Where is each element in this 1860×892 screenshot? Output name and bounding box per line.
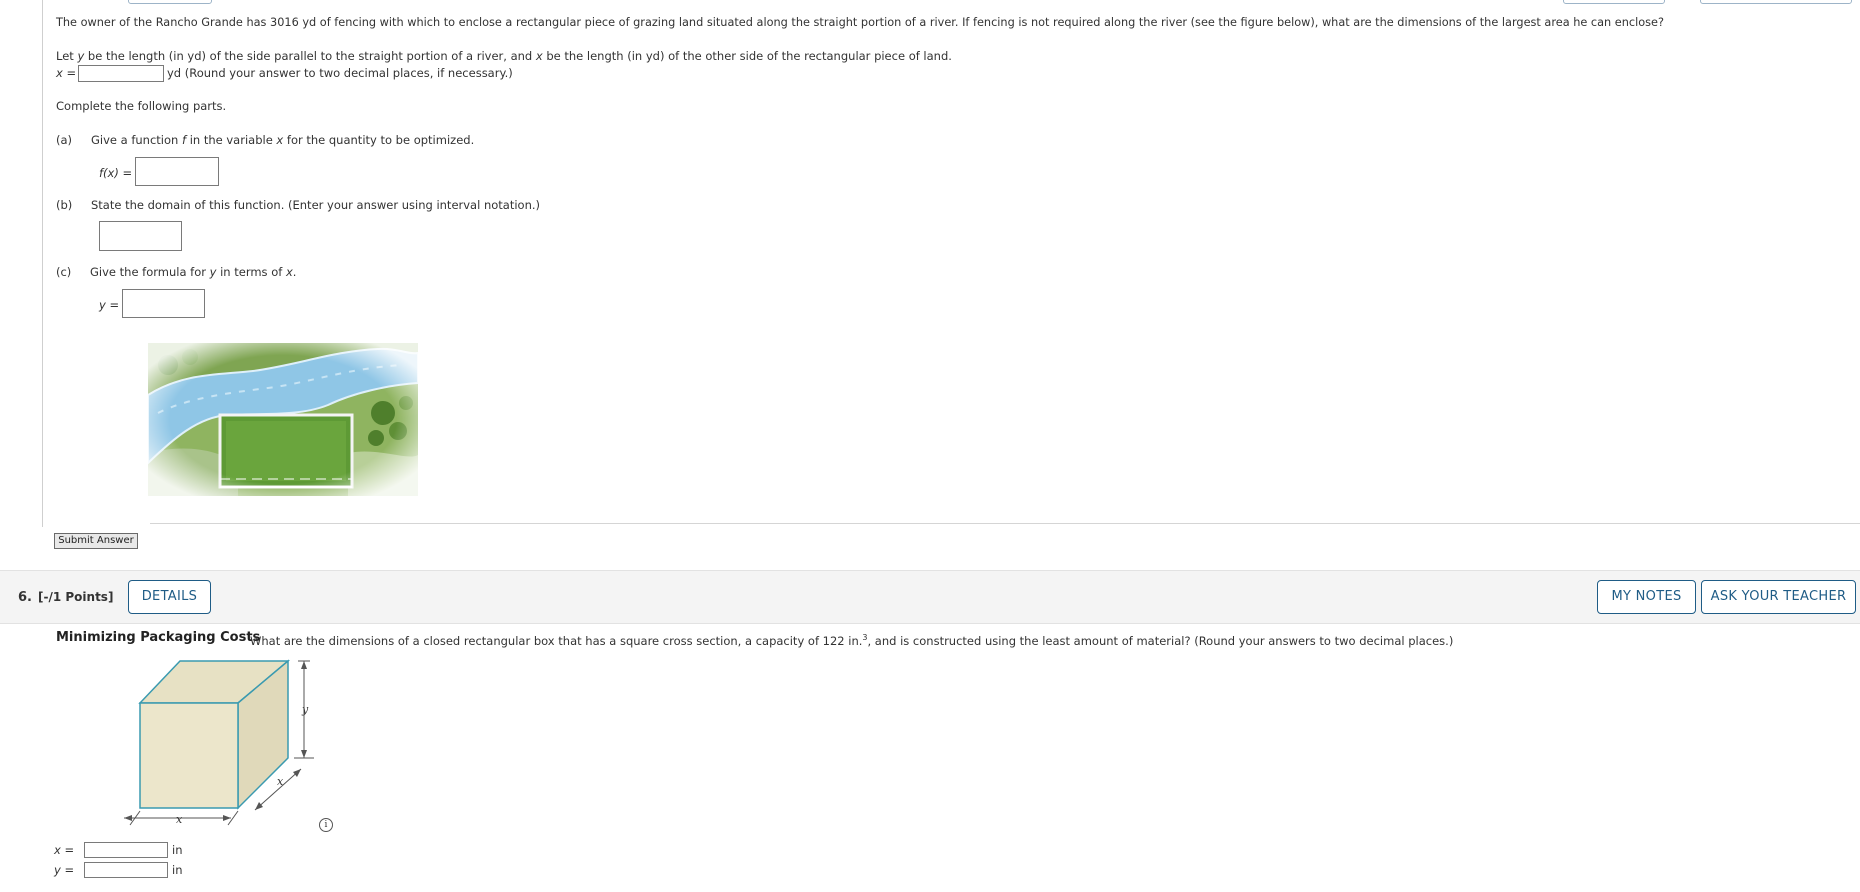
- x-dimension-label: x =: [54, 843, 75, 857]
- part-a-label: (a): [56, 133, 73, 147]
- q5-let-text: Let y be the length (in yd) of the side …: [56, 49, 952, 63]
- box-label-x-width: x: [176, 813, 183, 826]
- y-dimension-input[interactable]: [84, 862, 168, 878]
- x-dimension-input[interactable]: [84, 842, 168, 858]
- fx-label: f(x) =: [99, 166, 133, 180]
- box-front-face: [139, 702, 239, 809]
- part-a-text: Give a function f in the variable x for …: [91, 133, 475, 147]
- y-dimension-label: y =: [54, 863, 75, 877]
- river-pasture-figure: [148, 343, 418, 496]
- y-formula-label: y =: [99, 298, 120, 312]
- details-button[interactable]: DETAILS: [128, 580, 211, 614]
- y-formula-input[interactable]: [122, 289, 205, 318]
- domain-input[interactable]: [99, 221, 182, 251]
- question-left-rule: [42, 0, 43, 527]
- question-6-title: Minimizing Packaging Costs: [56, 630, 261, 645]
- x-dimension-unit: in: [172, 843, 183, 857]
- q5-problem-text: The owner of the Rancho Grande has 3016 …: [56, 16, 1664, 29]
- submit-answer-button[interactable]: Submit Answer: [54, 533, 138, 549]
- previous-my-notes-button[interactable]: [1563, 0, 1665, 4]
- x-answer-unit: yd (Round your answer to two decimal pla…: [167, 66, 513, 80]
- x-answer-input[interactable]: [78, 65, 164, 82]
- part-c-text: Give the formula for y in terms of x.: [90, 265, 297, 279]
- question-6-text: What are the dimensions of a closed rect…: [250, 633, 1454, 648]
- my-notes-button[interactable]: MY NOTES: [1597, 580, 1696, 614]
- question-number: 6.: [18, 590, 32, 605]
- box-figure: y x x: [124, 659, 314, 826]
- part-b-label: (b): [56, 198, 73, 212]
- part-c-label: (c): [56, 265, 72, 279]
- previous-details-button[interactable]: [128, 0, 212, 4]
- fx-input[interactable]: [135, 157, 219, 186]
- y-dimension-unit: in: [172, 863, 183, 877]
- box-label-y: y: [301, 703, 309, 716]
- box-label-x-depth: x: [277, 775, 284, 788]
- complete-parts-text: Complete the following parts.: [56, 99, 227, 113]
- x-answer-label: x =: [56, 66, 77, 80]
- question-points: [-/1 Points]: [38, 590, 114, 604]
- ask-your-teacher-button[interactable]: ASK YOUR TEACHER: [1701, 580, 1856, 614]
- part-b-text: State the domain of this function. (Ente…: [91, 198, 540, 212]
- question-6-header-bar: [0, 570, 1860, 624]
- info-icon[interactable]: i: [319, 818, 333, 832]
- submit-divider: [150, 523, 1860, 524]
- previous-ask-teacher-button[interactable]: [1700, 0, 1852, 4]
